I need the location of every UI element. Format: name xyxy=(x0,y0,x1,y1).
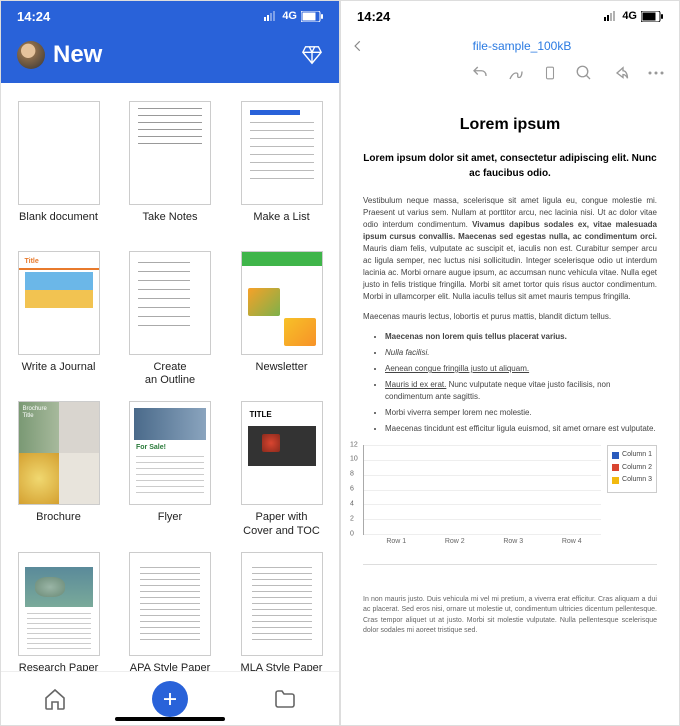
status-icons: 4G xyxy=(604,10,663,22)
document-body[interactable]: Lorem ipsum Lorem ipsum dolor sit amet, … xyxy=(341,91,679,725)
header: New xyxy=(1,31,339,83)
battery-icon xyxy=(301,11,323,22)
chart: 024681012 Row 1Row 2Row 3Row 4 Column 1C… xyxy=(363,445,657,548)
template-brochure[interactable]: Brochure TitleBrochure xyxy=(11,401,106,537)
avatar[interactable] xyxy=(17,41,45,69)
list-item: Maecenas non lorem quis tellus placerat … xyxy=(385,331,657,343)
doc-subheading: Lorem ipsum dolor sit amet, consectetur … xyxy=(363,151,657,181)
doc-header: file-sample_100kB xyxy=(341,31,679,61)
document-title[interactable]: file-sample_100kB xyxy=(375,39,669,53)
list-item: Aenean congue fringilla justo ut aliquam… xyxy=(385,363,657,375)
search-icon[interactable] xyxy=(575,64,593,82)
footer-paragraph: In non mauris justo. Duis vehicula mi ve… xyxy=(363,564,657,637)
bullet-list: Maecenas non lorem quis tellus placerat … xyxy=(363,331,657,435)
share-icon[interactable] xyxy=(611,64,629,82)
template-outline[interactable]: Create an Outline xyxy=(123,251,218,387)
template-flyer[interactable]: For Sale!Flyer xyxy=(123,401,218,537)
signal-icon xyxy=(264,11,278,21)
template-list[interactable]: Make a List xyxy=(234,101,329,237)
template-journal[interactable]: Write a Journal xyxy=(11,251,106,387)
template-notes[interactable]: Take Notes xyxy=(123,101,218,237)
undo-icon[interactable] xyxy=(471,64,489,82)
doc-heading: Lorem ipsum xyxy=(363,113,657,137)
more-icon[interactable] xyxy=(647,70,665,76)
templates-screen: 14:24 4G New Blank document Take Notes M… xyxy=(0,0,340,726)
mobile-view-icon[interactable] xyxy=(543,63,557,83)
new-button[interactable] xyxy=(152,681,188,717)
paragraph: Vestibulum neque massa, scelerisque sit … xyxy=(363,195,657,303)
template-newsletter[interactable]: Newsletter xyxy=(234,251,329,387)
home-icon[interactable] xyxy=(43,687,67,711)
status-bar: 14:24 4G xyxy=(341,1,679,31)
status-time: 14:24 xyxy=(357,9,390,24)
chart-legend: Column 1Column 2Column 3 xyxy=(607,445,657,493)
page-title: New xyxy=(53,41,301,69)
templates-grid: Blank document Take Notes Make a List Wr… xyxy=(1,83,339,671)
doc-toolbar xyxy=(341,61,679,91)
template-paper-toc[interactable]: TITLEPaper with Cover and TOC xyxy=(234,401,329,537)
document-screen: 14:24 4G file-sample_100kB Lorem ipsum L… xyxy=(340,0,680,726)
diamond-icon[interactable] xyxy=(301,44,323,66)
template-research[interactable]: Research Paper xyxy=(11,552,106,671)
status-time: 14:24 xyxy=(17,9,50,24)
template-blank[interactable]: Blank document xyxy=(11,101,106,237)
plus-icon xyxy=(161,690,179,708)
back-icon[interactable] xyxy=(351,37,365,55)
home-indicator[interactable] xyxy=(115,717,225,721)
list-item: Morbi viverra semper lorem nec molestie. xyxy=(385,407,657,419)
status-bar: 14:24 4G xyxy=(1,1,339,31)
status-icons: 4G xyxy=(264,10,323,22)
signal-icon xyxy=(604,11,618,21)
list-item: Mauris id ex erat. Nunc vulputate neque … xyxy=(385,379,657,403)
template-apa[interactable]: APA Style Paper xyxy=(123,552,218,671)
template-mla[interactable]: MLA Style Paper xyxy=(234,552,329,671)
list-item: Maecenas tincidunt est efficitur ligula … xyxy=(385,423,657,435)
draw-icon[interactable] xyxy=(507,64,525,82)
folder-icon[interactable] xyxy=(273,687,297,711)
battery-icon xyxy=(641,11,663,22)
paragraph: Maecenas mauris lectus, lobortis et puru… xyxy=(363,311,657,323)
list-item: Nulla facilisi. xyxy=(385,347,657,359)
